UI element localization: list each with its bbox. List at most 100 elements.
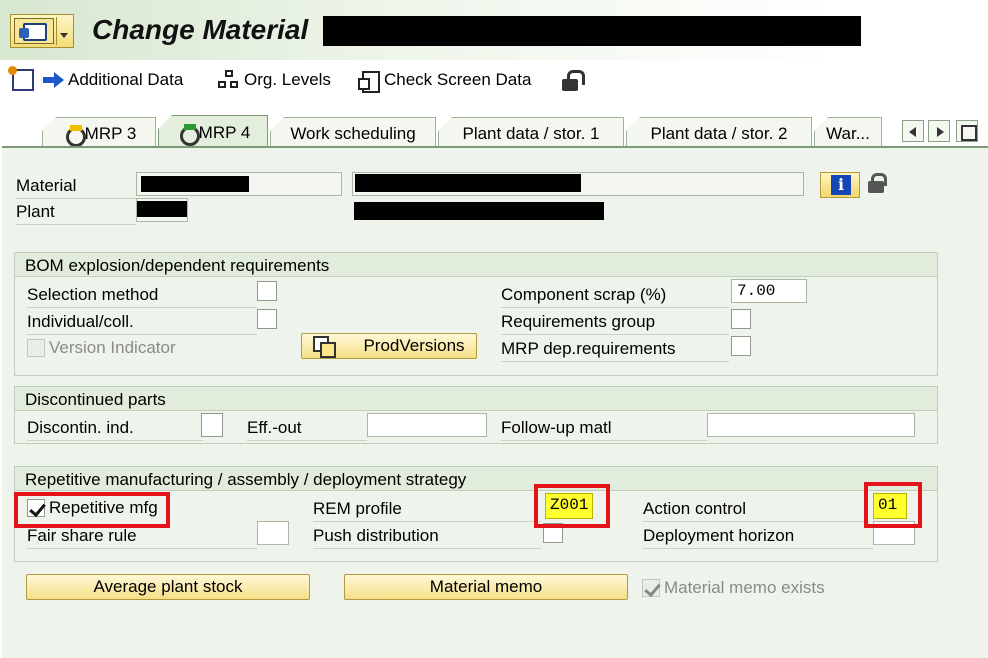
create-button[interactable] xyxy=(8,66,34,94)
window-icon xyxy=(14,18,54,44)
tab-list-button[interactable] xyxy=(956,120,978,142)
label-underline xyxy=(501,307,729,308)
group-header: Repetitive manufacturing / assembly / de… xyxy=(15,467,937,491)
tab-label: MRP 3 xyxy=(84,123,137,143)
material-memo-exists-checkbox xyxy=(642,579,660,597)
label-underline xyxy=(501,334,729,335)
tab-scroll-right-button[interactable] xyxy=(928,120,950,142)
material-memo-label: Material memo xyxy=(429,577,543,596)
label-underline xyxy=(313,521,541,522)
tab-scroll-left-button[interactable] xyxy=(902,120,924,142)
fair-share-rule-input[interactable] xyxy=(257,521,289,545)
label-underline xyxy=(643,521,869,522)
label-underline xyxy=(501,440,707,441)
label-underline xyxy=(27,307,257,308)
org-levels-button[interactable]: Org. Levels xyxy=(218,66,331,94)
group-header: BOM explosion/dependent requirements xyxy=(15,253,937,277)
individual-coll-label: Individual/coll. xyxy=(27,312,134,331)
component-scrap-input[interactable]: 7.00 xyxy=(731,279,807,303)
application-toolbar: Additional Data Org. Levels Check Screen… xyxy=(0,62,988,98)
version-indicator-label: Version Indicator xyxy=(49,338,176,357)
org-levels-label: Org. Levels xyxy=(244,70,331,89)
tab-plant-data-stor-2[interactable]: Plant data / stor. 2 xyxy=(626,117,812,149)
group-header: Discontinued parts xyxy=(15,387,937,411)
label-underline xyxy=(643,548,873,549)
mrp-icon xyxy=(62,124,86,147)
label-underline xyxy=(27,334,257,335)
lock-icon xyxy=(866,172,887,194)
highlight-box-repetitive-mfg xyxy=(14,492,170,528)
bom-explosion-group: BOM explosion/dependent requirements Sel… xyxy=(14,252,938,376)
discontinued-parts-group: Discontinued parts Discontin. ind. Eff.-… xyxy=(14,386,938,444)
group-title: Discontinued parts xyxy=(25,390,166,409)
redacted-block xyxy=(323,16,861,46)
label-underline xyxy=(313,548,541,549)
redacted-block xyxy=(354,202,604,220)
prod-versions-label: ProdVersions xyxy=(363,336,465,355)
mrp-dep-requirements-label: MRP dep.requirements xyxy=(501,339,676,358)
additional-data-button[interactable]: Additional Data xyxy=(42,66,183,94)
material-memo-button[interactable]: Material memo xyxy=(344,574,628,600)
check-screen-icon xyxy=(358,69,380,93)
menu-separator xyxy=(56,17,57,45)
material-description-field xyxy=(352,172,804,196)
info-button[interactable]: i xyxy=(820,172,860,198)
tab-label: Plant data / stor. 2 xyxy=(650,123,788,143)
material-number-field xyxy=(136,172,342,196)
plant-label: Plant xyxy=(16,202,55,221)
label-underline xyxy=(16,224,136,225)
tab-label: Work scheduling xyxy=(290,123,416,143)
average-plant-stock-button[interactable]: Average plant stock xyxy=(26,574,310,600)
requirements-group-label: Requirements group xyxy=(501,312,656,331)
eff-out-input[interactable] xyxy=(367,413,487,437)
tab-mrp-3[interactable]: MRP 3 xyxy=(42,117,156,149)
selection-method-label: Selection method xyxy=(27,285,159,304)
page-title: Change Material xyxy=(92,14,309,45)
action-control-label: Action control xyxy=(643,499,746,518)
push-distribution-label: Push distribution xyxy=(313,526,439,545)
material-label: Material xyxy=(16,176,77,195)
arrow-right-icon xyxy=(42,69,64,91)
redacted-block xyxy=(137,201,187,217)
tab-warehouse[interactable]: War... xyxy=(814,117,882,149)
prod-versions-button[interactable]: ProdVersions xyxy=(301,333,477,359)
component-scrap-label: Component scrap (%) xyxy=(501,285,667,304)
eff-out-label: Eff.-out xyxy=(247,418,302,437)
tab-mrp-4[interactable]: MRP 4 xyxy=(158,115,268,149)
label-underline xyxy=(247,440,367,441)
material-memo-exists-label: Material memo exists xyxy=(664,578,825,597)
individual-coll-field[interactable] xyxy=(257,309,277,329)
tab-label: Plant data / stor. 1 xyxy=(462,123,600,143)
check-screen-data-button[interactable]: Check Screen Data xyxy=(358,66,531,94)
mrp-dep-requirements-field[interactable] xyxy=(731,336,751,356)
fair-share-rule-label: Fair share rule xyxy=(27,526,137,545)
label-underline xyxy=(27,440,203,441)
tab-label: MRP 4 xyxy=(198,122,251,142)
plant-field xyxy=(136,198,188,222)
label-underline xyxy=(27,548,257,549)
additional-data-label: Additional Data xyxy=(68,70,184,89)
tab-plant-data-stor-1[interactable]: Plant data / stor. 1 xyxy=(438,117,624,149)
label-underline xyxy=(16,198,136,199)
discontin-ind-field[interactable] xyxy=(201,413,223,437)
label-underline xyxy=(501,361,729,362)
follow-up-matl-input[interactable] xyxy=(707,413,915,437)
group-title: Repetitive manufacturing / assembly / de… xyxy=(25,470,467,489)
follow-up-matl-label: Follow-up matl xyxy=(501,418,612,437)
highlight-box-rem-profile xyxy=(534,484,610,528)
sap-menu-icon[interactable] xyxy=(10,14,74,48)
chevron-down-icon xyxy=(60,33,68,38)
tab-work-scheduling[interactable]: Work scheduling xyxy=(270,117,436,149)
lock-icon xyxy=(560,69,585,91)
create-icon xyxy=(8,66,34,91)
mrp-check-icon xyxy=(176,123,200,146)
title-bar: Change Material xyxy=(0,0,988,60)
selection-method-field[interactable] xyxy=(257,281,277,301)
info-icon: i xyxy=(831,175,851,195)
lock-button[interactable] xyxy=(560,66,585,94)
redacted-block xyxy=(355,174,581,192)
tab-strip: MRP 3 MRP 4 Work scheduling Plant data /… xyxy=(0,112,988,149)
group-title: BOM explosion/dependent requirements xyxy=(25,256,330,275)
requirements-group-field[interactable] xyxy=(731,309,751,329)
org-hierarchy-icon xyxy=(218,69,240,91)
